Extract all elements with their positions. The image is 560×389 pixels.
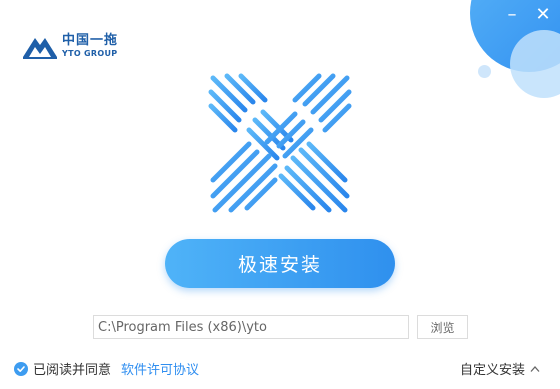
license-agreement-link[interactable]: 软件许可协议 (121, 359, 199, 378)
installer-window: – ✕ 中国一拖 YTO GROUP 极速安装 C:\Program Files… (0, 0, 560, 389)
browse-button[interactable]: 浏览 (417, 315, 468, 339)
logo-text: 中国一拖 YTO GROUP (62, 34, 118, 58)
mountain-logo-icon (23, 38, 57, 59)
checkmark-icon[interactable] (14, 361, 28, 376)
install-path-input[interactable] (93, 315, 409, 339)
custom-install-label: 自定义安装 (460, 363, 526, 378)
logo-en-text: YTO GROUP (62, 49, 118, 58)
logo-cn-text: 中国一拖 (62, 33, 119, 48)
chevron-up-icon (530, 365, 540, 372)
close-button[interactable]: ✕ (532, 4, 554, 26)
brand-logo: 中国一拖 YTO GROUP (21, 32, 118, 60)
agreement-row: 已阅读并同意 软件许可协议 (14, 359, 199, 378)
minimize-button[interactable]: – (501, 4, 523, 26)
agree-label: 已阅读并同意 (33, 363, 112, 378)
quick-install-button[interactable]: 极速安装 (165, 239, 395, 288)
x-logo-icon (208, 73, 352, 213)
custom-install-toggle[interactable]: 自定义安装 (460, 359, 540, 378)
decor-circle-small (478, 65, 491, 78)
